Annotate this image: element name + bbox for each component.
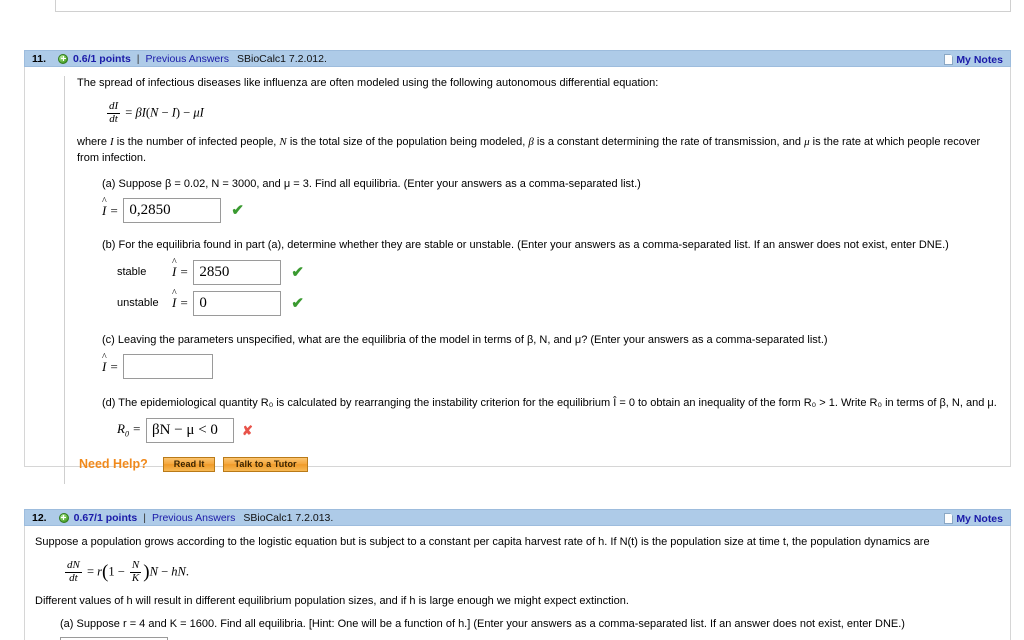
need-help-label: Need Help? <box>79 457 148 472</box>
header-divider: | <box>143 511 146 524</box>
where-text-3: is the total size of the population bein… <box>286 135 529 148</box>
problem-11-content: The spread of infectious diseases like i… <box>64 76 1010 484</box>
where-text-2: is the number of infected people, <box>113 135 280 148</box>
my-notes-group[interactable]: My Notes <box>944 510 1003 527</box>
part-b-unstable-input[interactable]: 0 <box>193 290 282 316</box>
header-divider: | <box>136 52 140 65</box>
problem-11-equation: dI dt = βI(N − I) − μI <box>107 99 204 125</box>
part-b-stable-variable: I = <box>172 257 188 280</box>
problem-12-content: Suppose a population grows according to … <box>35 535 1010 640</box>
problem-12-equation: dN dt = r(1 − N K)N − hN. <box>65 558 189 584</box>
problem-12-part-a-prompt: (a) Suppose r = 4 and K = 1600. Find all… <box>60 617 905 630</box>
expand-plus-icon[interactable] <box>58 53 69 64</box>
problem-11: 11. 0.6/1 points | Previous Answers SBio… <box>24 50 1011 484</box>
where-text-1: where <box>77 135 111 148</box>
note-page-icon <box>944 513 954 524</box>
part-b-unstable-row: unstable I = 0 ✔ <box>77 288 998 316</box>
problem-12-intro: Suppose a population grows according to … <box>35 536 930 548</box>
problem-11-header: 11. 0.6/1 points | Previous Answers SBio… <box>24 50 1011 67</box>
part-c-answer-row: I = <box>77 352 998 380</box>
part-b-stable-correct-icon: ✔ <box>291 263 304 281</box>
problem-12-note: Different values of h will result in dif… <box>35 594 629 607</box>
part-b-unstable-label: unstable <box>117 297 159 310</box>
part-a-input[interactable]: 0,2850 <box>123 198 222 224</box>
part-b-unstable-correct-icon: ✔ <box>291 294 304 312</box>
part-b-stable-row: stable I = 2850 ✔ <box>77 257 998 285</box>
question-code: SBioCalc1 7.2.012. <box>236 52 327 65</box>
part-c-variable-label: I = <box>102 352 118 375</box>
problem-11-body: The spread of infectious diseases like i… <box>24 67 1011 484</box>
part-c-prompt: (c) Leaving the parameters unspecified, … <box>102 333 828 346</box>
expand-plus-icon[interactable] <box>58 512 69 523</box>
part-b-stable-label: stable <box>117 266 147 279</box>
question-code: SBioCalc1 7.2.013. <box>243 511 334 524</box>
part-a-variable-label: I = <box>102 196 118 219</box>
part-d-answer-row: R0 = βN − μ < 0 ✘ <box>77 417 998 443</box>
problem-number: 12. <box>32 511 47 524</box>
part-d-text: (d) The epidemiological quantity R₀ is c… <box>102 397 997 410</box>
homework-page: 11. 0.6/1 points | Previous Answers SBio… <box>0 0 1024 640</box>
problem-11-where-text: where I is the number of infected people… <box>77 135 981 164</box>
problem-12-body: Suppose a population grows according to … <box>24 526 1011 640</box>
my-notes-label[interactable]: My Notes <box>956 513 1003 525</box>
part-a-correct-icon: ✔ <box>231 202 244 220</box>
part-b-prompt: (b) For the equilibria found in part (a)… <box>102 239 949 252</box>
my-notes-group[interactable]: My Notes <box>944 51 1003 68</box>
need-help-group: Need Help? Read It Talk to a Tutor <box>77 456 998 472</box>
part-a-answer-row: I = 0,2850 ✔ <box>77 196 998 224</box>
part-c-input[interactable] <box>123 354 214 380</box>
my-notes-label[interactable]: My Notes <box>956 54 1003 66</box>
points-label: 0.6/1 points <box>73 52 131 65</box>
points-label: 0.67/1 points <box>73 511 138 524</box>
note-page-icon <box>944 54 954 65</box>
part-d-input[interactable]: βN − μ < 0 <box>145 417 234 443</box>
talk-to-tutor-button[interactable]: Talk to a Tutor <box>223 456 308 472</box>
part-d-variable-label: R0 = <box>117 421 141 439</box>
previous-answers-link[interactable]: Previous Answers <box>152 512 235 524</box>
previous-answers-link[interactable]: Previous Answers <box>146 53 229 65</box>
part-b-unstable-variable: I = <box>172 288 188 311</box>
part-b-stable-input[interactable]: 2850 <box>193 259 282 285</box>
previous-problem-box-tail <box>55 0 1011 12</box>
part-d-incorrect-icon: ✘ <box>241 422 253 438</box>
part-a-prompt: (a) Suppose β = 0.02, N = 3000, and μ = … <box>102 177 641 190</box>
problem-12: 12. 0.67/1 points | Previous Answers SBi… <box>24 509 1011 640</box>
part-d-prompt: (d) The epidemiological quantity R₀ is c… <box>77 395 998 412</box>
read-it-button[interactable]: Read It <box>162 456 216 472</box>
where-text-4: is a constant determining the rate of tr… <box>533 135 805 148</box>
problem-12-header: 12. 0.67/1 points | Previous Answers SBi… <box>24 509 1011 526</box>
problem-number: 11. <box>32 52 47 65</box>
problem-11-intro: The spread of infectious diseases like i… <box>77 77 659 89</box>
